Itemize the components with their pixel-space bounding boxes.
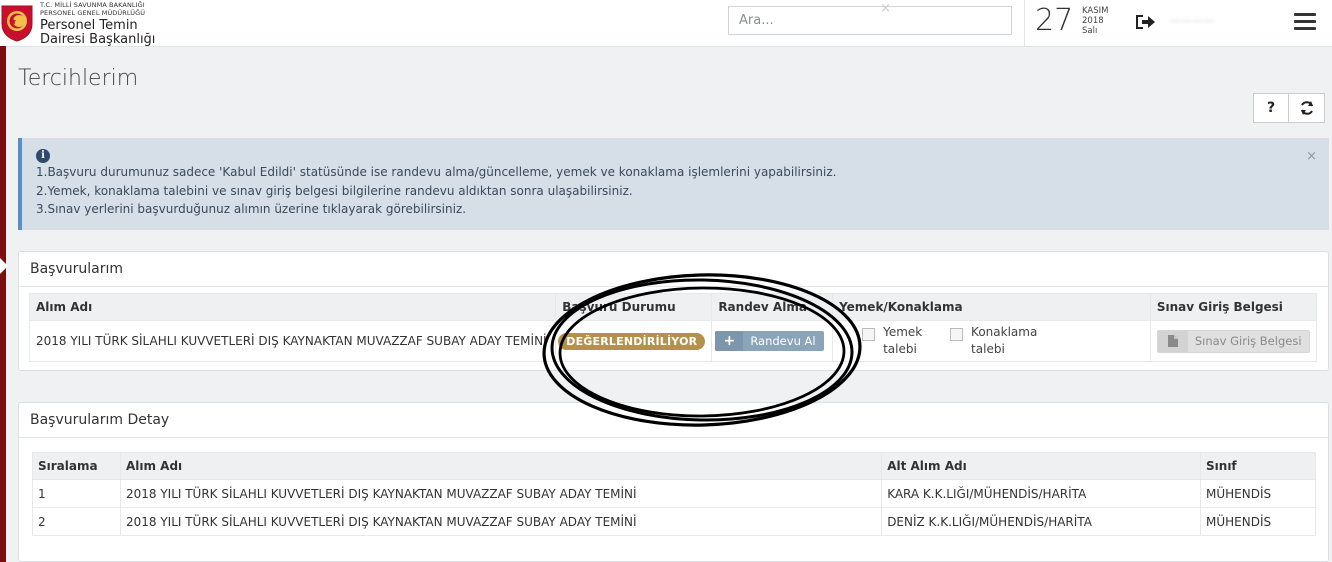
help-button[interactable]: ? xyxy=(1253,93,1289,123)
refresh-button[interactable] xyxy=(1289,93,1325,123)
status-cell: DEĞERLENDİRİLİYOR xyxy=(555,320,713,362)
randevu-al-button[interactable]: + Randevu Al xyxy=(715,331,824,351)
col-alim-adi: Alım Adı xyxy=(119,452,883,480)
cell-alim-adi: 2018 YILI TÜRK SİLAHLI KUVVETLERİ DIŞ KA… xyxy=(119,507,883,536)
accommodation-request-checkbox[interactable] xyxy=(950,328,964,341)
top-header: T.C. MİLLİ SAVUNMA BAKANLIĞI PERSONEL GE… xyxy=(0,0,1332,47)
applications-panel-title: Başvurularım xyxy=(19,252,1328,287)
meal-label-line1: Yemek xyxy=(883,325,923,339)
cell-alt-alim-adi: KARA K.K.LIĞI/MÜHENDİS/HARİTA xyxy=(881,479,1202,508)
meal-request-label: Yemek talebi xyxy=(883,324,922,358)
page-actions: ? xyxy=(1253,93,1325,123)
page-title: Tercihlerim xyxy=(18,66,139,91)
cell-sinif: MÜHENDİS xyxy=(1200,507,1316,536)
applications-table: Alım Adı Başvuru Durumu Randev Alma Yeme… xyxy=(28,293,1318,362)
alert-line-3: 3.Sınav yerlerini başvurduğunuz alımın ü… xyxy=(36,202,467,216)
alert-close-icon[interactable]: × xyxy=(1306,148,1317,167)
application-details-panel: Başvurularım Detay Sıralama Alım Adı Alt… xyxy=(18,402,1329,562)
alert-line-2: 2.Yemek, konaklama talebini ve sınav gir… xyxy=(36,183,633,198)
alert-line-1: 1.Başvuru durumunuz sadece 'Kabul Edildi… xyxy=(36,165,837,179)
ministry-logo-icon xyxy=(1,5,33,42)
application-details-table: Sıralama Alım Adı Alt Alım Adı Sınıf 1 2… xyxy=(32,452,1316,536)
meal-accommodation-cell: Yemek talebi Konaklama talebi xyxy=(832,320,1151,362)
col-sinif: Sınıf xyxy=(1200,452,1316,480)
appointment-cell: + Randevu Al xyxy=(711,320,834,362)
date-day: 27 xyxy=(1035,3,1074,38)
accommodation-request-label: Konaklama talebi xyxy=(971,324,1037,358)
sidebar-toggle-icon[interactable] xyxy=(0,258,8,274)
table-header-row: Alım Adı Başvuru Durumu Randev Alma Yeme… xyxy=(28,293,1318,321)
accommodation-request-option[interactable]: Konaklama talebi xyxy=(950,324,1037,358)
col-alt-alim-adi: Alt Alım Adı xyxy=(881,452,1202,480)
exam-document-cell: Sınav Giriş Belgesi xyxy=(1149,320,1318,362)
sidebar-strip xyxy=(0,46,6,562)
hamburger-menu-icon[interactable] xyxy=(1294,13,1316,33)
org-line-1: T.C. MİLLİ SAVUNMA BAKANLIĞI xyxy=(40,1,145,9)
document-icon xyxy=(1167,335,1178,347)
table-row[interactable]: 2018 YILI TÜRK SİLAHLI KUVVETLERİ DIŞ KA… xyxy=(28,320,1318,362)
logout-icon[interactable] xyxy=(1134,12,1156,32)
date-weekday: Salı xyxy=(1082,25,1098,36)
header-divider xyxy=(1024,0,1025,46)
col-siralama: Sıralama xyxy=(32,452,121,480)
org-line-2: PERSONEL GENEL MÜDÜRLÜĞÜ xyxy=(40,8,146,17)
search-input[interactable] xyxy=(728,6,1012,35)
accommodation-label-line2: talebi xyxy=(971,342,1005,356)
refresh-icon xyxy=(1300,101,1313,115)
table-header-row: Sıralama Alım Adı Alt Alım Adı Sınıf xyxy=(32,452,1316,480)
cell-siralama: 1 xyxy=(32,479,121,508)
org-line-3: Personel Temin xyxy=(40,18,138,33)
col-yemek-konaklama: Yemek/Konaklama xyxy=(832,293,1151,321)
info-alert: i 1.Başvuru durumunuz sadece 'Kabul Edil… xyxy=(18,138,1329,230)
cell-siralama: 2 xyxy=(32,507,121,536)
user-name[interactable]: ———— xyxy=(1170,14,1214,27)
accommodation-label-line1: Konaklama xyxy=(971,325,1038,339)
application-details-panel-title: Başvurularım Detay xyxy=(19,403,1328,438)
org-line-4: Dairesi Başkanlığı xyxy=(40,32,156,47)
meal-request-option[interactable]: Yemek talebi xyxy=(862,324,922,358)
meal-label-line2: talebi xyxy=(883,342,917,356)
exam-entry-document-label: Sınav Giriş Belgesi xyxy=(1194,334,1302,348)
randevu-al-label: Randevu Al xyxy=(750,334,816,348)
meal-request-checkbox[interactable] xyxy=(862,328,876,341)
plus-icon: + xyxy=(715,331,744,351)
search-clear-icon[interactable]: × xyxy=(880,1,891,16)
exam-entry-document-button[interactable]: Sınav Giriş Belgesi xyxy=(1156,329,1310,353)
date-meta: KASIM 2018 Salı xyxy=(1082,6,1108,36)
cell-sinif: MÜHENDİS xyxy=(1200,479,1316,508)
col-randevu-alma: Randev Alma xyxy=(711,293,834,321)
table-row: 2 2018 YILI TÜRK SİLAHLI KUVVETLERİ DIŞ … xyxy=(32,507,1316,536)
cell-alt-alim-adi: DENİZ K.K.LIĞI/MÜHENDİS/HARİTA xyxy=(881,507,1202,536)
applications-panel: Başvurularım Alım Adı Başvuru Durumu Ran… xyxy=(18,251,1329,371)
info-icon: i xyxy=(36,149,50,163)
status-badge: DEĞERLENDİRİLİYOR xyxy=(558,332,706,350)
col-sinav-giris-belgesi: Sınav Giriş Belgesi xyxy=(1149,293,1318,321)
col-basvuru-durumu: Başvuru Durumu xyxy=(555,293,713,321)
cell-alim-adi: 2018 YILI TÜRK SİLAHLI KUVVETLERİ DIŞ KA… xyxy=(119,479,883,508)
organization-name: T.C. MİLLİ SAVUNMA BAKANLIĞI PERSONEL GE… xyxy=(40,2,155,46)
col-alim-adi: Alım Adı xyxy=(28,293,557,321)
table-row: 1 2018 YILI TÜRK SİLAHLI KUVVETLERİ DIŞ … xyxy=(32,479,1316,508)
application-name-link[interactable]: 2018 YILI TÜRK SİLAHLI KUVVETLERİ DIŞ KA… xyxy=(28,320,557,362)
